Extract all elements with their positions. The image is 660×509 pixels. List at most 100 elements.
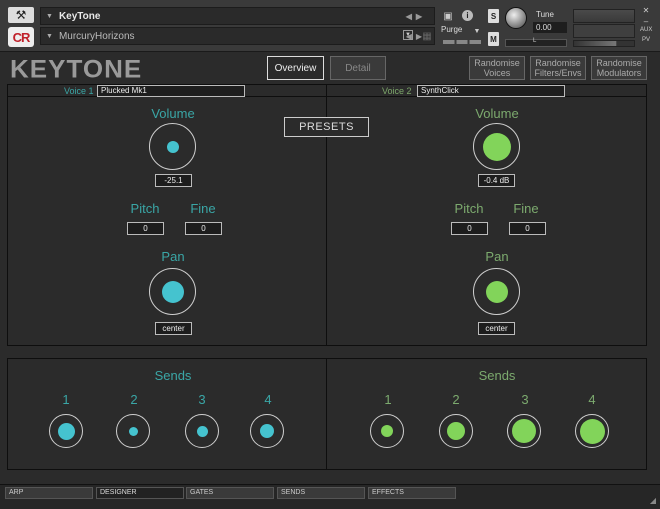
voice1-fine-label: Fine (190, 201, 216, 216)
instrument-header: ⚒ CR ▼ KeyTone ◀▶ ▼ MurcuryHorizons ◀▶ ▣… (0, 0, 660, 52)
voice1-pitch-value[interactable]: 0 (127, 222, 164, 235)
trash-icon[interactable]: ▦ (420, 30, 434, 42)
minimize-icon[interactable]: – (640, 17, 652, 26)
preset-name-row[interactable]: ▼ MurcuryHorizons ◀▶ (40, 27, 435, 45)
voice2-send-label: 4 (588, 392, 596, 407)
randomise-filters-button[interactable]: Randomise Filters/Envs (530, 56, 586, 80)
pan-slider[interactable]: L (505, 38, 567, 47)
sends-divider (326, 358, 327, 470)
voice2-send-label: 2 (452, 392, 460, 407)
voice2-fine-value[interactable]: 0 (509, 222, 546, 235)
voice1-volume-value[interactable]: -25.1 (155, 174, 192, 187)
cr-logo: CR (8, 27, 34, 47)
voice1-name-field[interactable]: Plucked Mk1 (97, 85, 245, 97)
pan-marker: L (533, 38, 537, 44)
voice1-pitch-label: Pitch (130, 201, 160, 216)
voice2-pan-value[interactable]: center (478, 322, 515, 335)
voice1-send-label: 2 (130, 392, 138, 407)
tune-knob[interactable] (505, 7, 527, 29)
instrument-nav-arrows[interactable]: ◀▶ (406, 12, 426, 21)
mute-button[interactable]: M (488, 32, 499, 46)
voice1-pan-label: Pan (161, 249, 185, 264)
voice1-send-dot (196, 425, 208, 437)
voice1-pan-dot (161, 280, 184, 303)
voice1-send-knob[interactable] (250, 414, 284, 448)
voice1-send-dot (57, 422, 75, 440)
instrument-name-row[interactable]: ▼ KeyTone ◀▶ (40, 7, 435, 25)
tune-label: Tune (536, 10, 554, 19)
voice2-send-label: 3 (521, 392, 529, 407)
volume-slider[interactable] (573, 40, 635, 47)
camera-icon[interactable]: ▣ (441, 10, 455, 22)
preset-name: MurcuryHorizons (58, 30, 135, 42)
chevron-down-icon[interactable]: ▼ (470, 25, 484, 37)
info-icon[interactable]: i (462, 10, 473, 21)
voice1-fine-value[interactable]: 0 (185, 222, 222, 235)
presets-button[interactable]: PRESETS (284, 117, 369, 137)
voice2-send-dot (381, 425, 393, 437)
voice1-label: Voice 1 (64, 86, 94, 96)
voice2-pan-knob[interactable] (473, 268, 520, 315)
tab-arp[interactable]: ARP (5, 487, 93, 499)
voice1-volume-knob[interactable] (149, 123, 196, 170)
tab-effects[interactable]: EFFECTS (368, 487, 456, 499)
voice2-pitch-value[interactable]: 0 (451, 222, 488, 235)
wrench-icon[interactable]: ⚒ (8, 7, 34, 23)
output-icon[interactable]: ▼ (403, 30, 413, 40)
randomise-voices-button[interactable]: Randomise Voices (469, 56, 525, 80)
tab-sends[interactable]: SENDS (277, 487, 365, 499)
voice2-send-knob[interactable] (439, 414, 473, 448)
close-icon[interactable]: ✕ (640, 6, 652, 15)
tab-overview[interactable]: Overview (267, 56, 324, 80)
voice2-pan-dot (485, 280, 508, 303)
voice1-send-label: 1 (62, 392, 70, 407)
tab-designer[interactable]: DESIGNER (96, 487, 184, 499)
tune-value[interactable]: 0.00 (533, 22, 567, 33)
sends-panel (7, 358, 647, 470)
voice1-send-dot (260, 424, 274, 438)
voice1-send-label: 3 (198, 392, 206, 407)
aux-icon[interactable]: AUX (640, 27, 652, 33)
voice1-send-knob[interactable] (49, 414, 83, 448)
voice2-label: Voice 2 (382, 86, 412, 96)
voice2-volume-value[interactable]: -0.4 dB (478, 174, 515, 187)
voice2-send-knob[interactable] (507, 414, 541, 448)
voice1-volume-label: Volume (151, 106, 195, 121)
randomise-modulators-button[interactable]: Randomise Modulators (591, 56, 647, 80)
randomise-voices-line1: Randomise (474, 58, 520, 68)
tab-gates[interactable]: GATES (186, 487, 274, 499)
voice2-volume-label: Volume (475, 106, 519, 121)
chevron-down-icon[interactable]: ▼ (46, 33, 53, 40)
purge-meter (443, 40, 481, 44)
keytone-logo: KEYTONE (10, 54, 143, 84)
voice2-fine-label: Fine (513, 201, 539, 216)
randomise-filters-line2: Filters/Envs (534, 68, 582, 78)
randomise-filters-line1: Randomise (535, 58, 581, 68)
voice2-volume-knob[interactable] (473, 123, 520, 170)
solo-button[interactable]: S (488, 9, 499, 23)
purge-label[interactable]: Purge (441, 25, 462, 34)
randomise-modulators-line2: Modulators (596, 68, 642, 78)
voice2-send-label: 1 (384, 392, 392, 407)
voice1-pan-knob[interactable] (149, 268, 196, 315)
voice1-volume-dot (166, 140, 179, 153)
voice1-send-knob[interactable] (185, 414, 219, 448)
voice1-pan-value[interactable]: center (155, 322, 192, 335)
voice2-send-knob[interactable] (370, 414, 404, 448)
voice1-sends-title: Sends (154, 368, 192, 383)
randomise-voices-line2: Voices (483, 68, 511, 78)
resize-handle-icon[interactable]: ◢ (650, 496, 656, 505)
pv-icon[interactable]: PV (640, 37, 652, 43)
voice2-send-dot (447, 422, 465, 440)
voice2-pitch-label: Pitch (454, 201, 484, 216)
voice1-send-knob[interactable] (116, 414, 150, 448)
voice2-pan-label: Pan (485, 249, 509, 264)
level-meter-top (573, 9, 635, 23)
randomise-modulators-line1: Randomise (596, 58, 642, 68)
tab-detail[interactable]: Detail (330, 56, 386, 80)
voice2-name-field[interactable]: SynthClick (417, 85, 565, 97)
voice2-sends-title: Sends (478, 368, 516, 383)
voice2-volume-dot (482, 132, 511, 161)
voice2-send-knob[interactable] (575, 414, 609, 448)
chevron-down-icon[interactable]: ▼ (46, 13, 53, 20)
